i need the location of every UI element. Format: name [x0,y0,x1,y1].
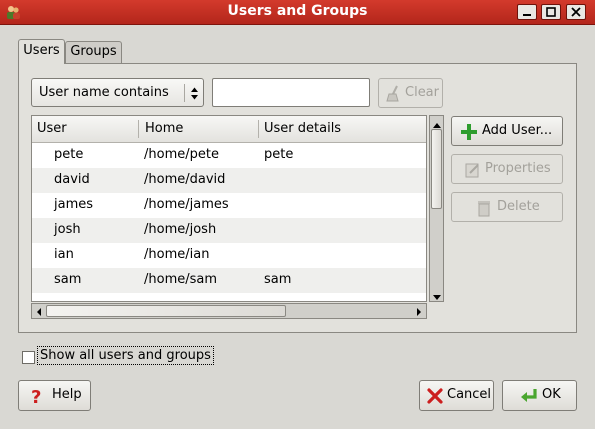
cell-home: /home/sam [144,272,218,287]
delete-label: Delete [497,199,540,214]
help-label: Help [52,387,82,402]
properties-button[interactable]: Properties [451,154,563,184]
add-user-button[interactable]: Add User... [451,116,563,146]
cell-details: pete [264,147,294,162]
table-row[interactable]: david /home/david [32,168,426,193]
users-table[interactable]: User Home User details pete /home/pete p… [31,115,427,302]
cell-home: /home/david [144,172,226,187]
help-button[interactable]: ? Help [18,380,91,411]
table-row[interactable]: pete /home/pete pete [32,143,426,168]
cell-user: david [54,172,90,187]
vertical-scrollbar[interactable] [429,115,444,302]
window-title: Users and Groups [227,3,368,19]
help-icon: ? [29,387,45,409]
scroll-right-arrow-icon[interactable] [415,306,423,321]
close-button[interactable] [566,4,586,20]
table-row[interactable]: james /home/james [32,193,426,218]
show-all-label[interactable]: Show all users and groups [37,346,214,365]
table-row[interactable]: ian /home/ian [32,243,426,268]
delete-button[interactable]: Delete [451,192,563,222]
cancel-button[interactable]: Cancel [419,380,494,411]
cell-home: /home/josh [144,222,217,237]
horizontal-scroll-thumb[interactable] [46,305,286,317]
minimize-button[interactable] [517,4,537,20]
show-all-checkbox[interactable] [22,351,35,364]
table-row[interactable]: josh /home/josh [32,218,426,243]
table-row-partial[interactable] [32,293,426,301]
ok-button[interactable]: OK [502,380,577,411]
up-down-arrows-icon [190,86,199,105]
tab-users[interactable]: Users [18,39,65,64]
cancel-label: Cancel [447,387,492,402]
scroll-left-arrow-icon[interactable] [35,306,43,321]
tab-groups-label: Groups [70,44,117,59]
table-row[interactable]: sam /home/sam sam [32,268,426,293]
cell-user: pete [54,147,84,162]
tab-users-label: Users [23,43,60,58]
cell-user: josh [54,222,81,237]
cell-details: sam [264,272,292,287]
cell-user: ian [54,247,74,262]
cell-home: /home/pete [144,147,219,162]
title-bar: Users and Groups [0,0,595,25]
column-divider [138,120,139,138]
plus-icon [460,123,478,145]
clear-label: Clear [405,85,439,100]
search-input[interactable] [212,78,370,107]
column-user[interactable]: User [37,121,67,136]
cell-home: /home/ian [144,247,210,262]
table-header: User Home User details [32,116,426,143]
svg-text:?: ? [31,387,41,405]
trash-icon [476,199,492,221]
properties-label: Properties [485,161,551,176]
ok-arrow-icon [519,387,539,409]
filter-type-combo[interactable]: User name contains [31,78,204,107]
clear-button[interactable]: Clear [378,78,443,108]
add-user-label: Add User... [482,123,553,138]
cell-home: /home/james [144,197,229,212]
vertical-scroll-thumb[interactable] [431,129,442,209]
column-divider [258,120,259,138]
filter-type-value: User name contains [39,85,169,100]
cell-user: sam [54,272,82,287]
combo-separator [184,84,185,102]
properties-icon [464,161,482,183]
tab-groups[interactable]: Groups [65,41,122,63]
ok-label: OK [542,387,561,402]
horizontal-scrollbar[interactable] [31,303,427,319]
column-home[interactable]: Home [145,121,183,136]
maximize-button[interactable] [541,4,561,20]
cell-user: james [54,197,94,212]
broom-icon [385,85,403,107]
cancel-x-icon [427,388,443,408]
column-user-details[interactable]: User details [264,121,341,136]
scroll-down-arrow-icon[interactable] [432,291,442,306]
